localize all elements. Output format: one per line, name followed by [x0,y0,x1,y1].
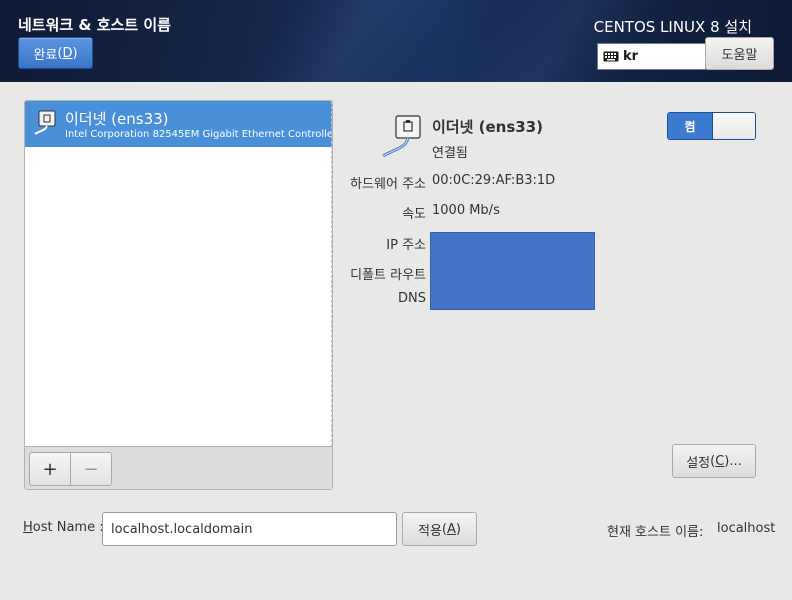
toggle-on-label: 켬 [668,113,712,139]
hostname-mnemonic: H [23,520,33,535]
installer-title: CENTOS LINUX 8 설치 [593,18,752,36]
hostname-input[interactable] [102,512,397,546]
settings-button-label: 설정 [686,455,711,471]
apply-mnemonic: A [447,521,456,537]
header-bar: 네트워크 & 호스트 이름 완료(D) CENTOS LINUX 8 설치 kr… [0,0,792,82]
speed-label: 속도 [402,207,426,222]
speed-value: 1000 Mb/s [432,203,500,218]
connection-toggle[interactable]: 켬 [667,112,756,140]
add-device-button[interactable]: + [29,452,71,486]
device-list-panel: 이더넷 (ens33) Intel Corporation 82545EM Gi… [24,100,333,490]
hostname-label-text: ost Name : [32,520,104,535]
page-title: 네트워크 & 호스트 이름 [18,16,171,34]
settings-mnemonic: C [715,453,725,469]
device-detail-name: 이더넷 (ens33) [432,118,543,136]
settings-button[interactable]: 설정(C)... [672,444,756,478]
apply-button-label: 적용 [418,523,442,539]
keyboard-layout-label: kr [623,49,639,64]
remove-device-button[interactable]: − [70,452,112,486]
hardware-address-label: 하드웨어 주소 [350,177,426,192]
done-button-label: 완료 [33,47,58,63]
ip-address-label: IP 주소 [386,238,426,253]
default-route-label: 디폴트 라우트 [350,268,426,283]
device-list-toolbar: + − [25,446,332,489]
apply-button[interactable]: 적용(A) [402,512,477,546]
hostname-label: Host Name : [23,520,104,535]
dns-label: DNS [398,291,426,306]
settings-ellipsis: ... [729,453,742,469]
ethernet-icon [34,110,56,135]
device-description: Intel Corporation 82545EM Gigabit Ethern… [65,129,333,140]
hardware-address-value: 00:0C:29:AF:B3:1D [432,173,556,188]
device-list-item[interactable]: 이더넷 (ens33) Intel Corporation 82545EM Gi… [25,101,332,147]
current-hostname-label: 현재 호스트 이름: [607,525,704,540]
help-button[interactable]: 도움말 [705,37,774,70]
redacted-network-info [430,232,595,310]
header-decoration [202,0,478,82]
toggle-knob [712,113,755,139]
current-hostname-value: localhost [717,521,776,536]
connection-status: 연결됨 [432,146,468,161]
done-button[interactable]: 완료(D) [18,37,93,69]
keyboard-layout-indicator[interactable]: kr [597,43,706,70]
ethernet-icon [382,115,421,158]
keyboard-icon [603,51,619,62]
done-mnemonic: D [62,45,73,61]
device-name: 이더넷 (ens33) [65,110,169,128]
